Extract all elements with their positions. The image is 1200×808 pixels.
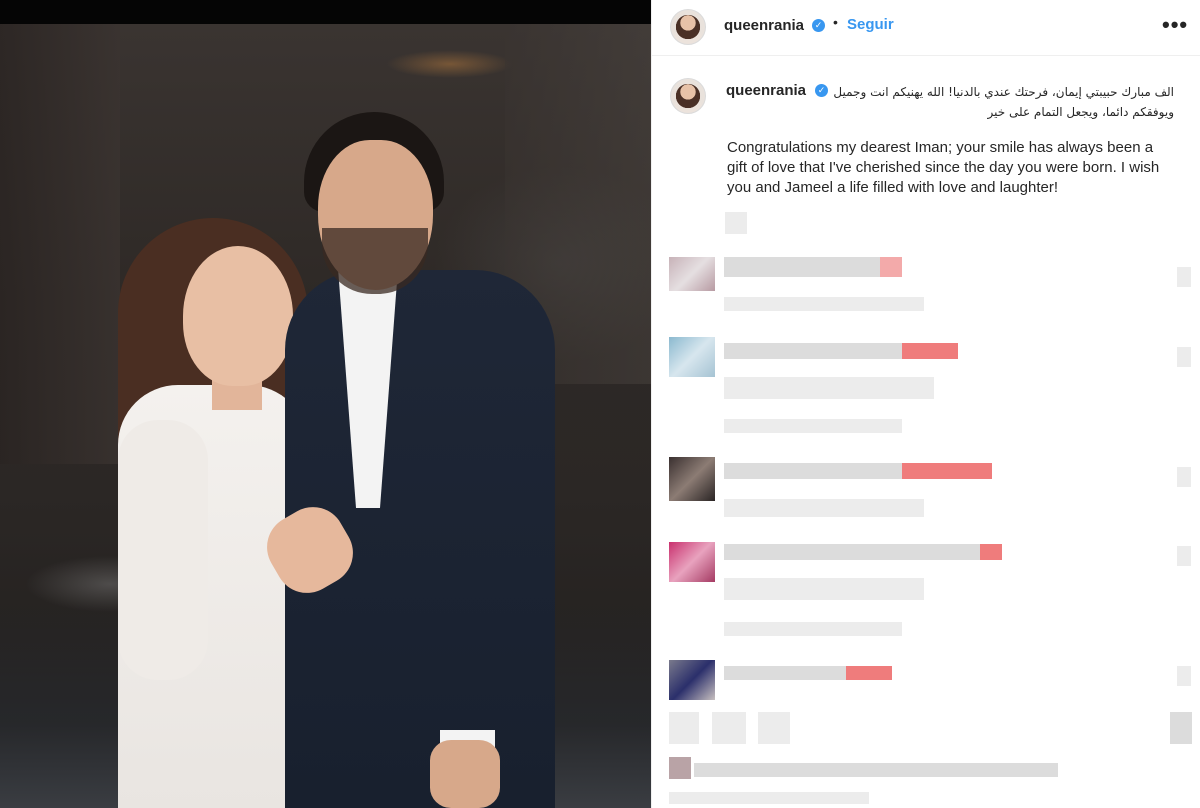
- comment-text-redacted: [724, 666, 846, 680]
- more-options-icon[interactable]: •••: [1162, 12, 1188, 38]
- comment-meta-redacted: [724, 419, 902, 433]
- post-date-redacted: [669, 792, 869, 804]
- photo-pillar-left: [0, 24, 120, 464]
- share-icon[interactable]: [758, 712, 790, 744]
- liker-avatar: [669, 757, 691, 779]
- comment-avatar[interactable]: [669, 660, 715, 700]
- comment-item[interactable]: [652, 335, 1200, 440]
- woman-face: [183, 246, 293, 386]
- comment-text-redacted: [724, 257, 884, 277]
- likes-text-redacted: [694, 763, 1058, 777]
- comment-emoji-redacted: [980, 544, 1002, 560]
- heart-icon[interactable]: [1177, 666, 1191, 686]
- comment-avatar[interactable]: [669, 542, 715, 582]
- like-icon[interactable]: [669, 712, 699, 744]
- comment-avatar[interactable]: [669, 337, 715, 377]
- comment-text-redacted: [724, 544, 982, 560]
- comment-emoji-redacted: [880, 257, 902, 277]
- caption-username[interactable]: queenrania: [726, 82, 806, 99]
- comment-meta-redacted: [724, 297, 924, 311]
- comment-avatar[interactable]: [669, 457, 715, 501]
- comment-avatar[interactable]: [669, 257, 715, 291]
- profile-avatar[interactable]: [670, 9, 706, 45]
- save-icon[interactable]: [1170, 712, 1192, 744]
- comment-emoji-redacted: [902, 463, 992, 479]
- comment-text-redacted: [724, 463, 904, 479]
- heart-icon[interactable]: [1177, 347, 1191, 367]
- separator-dot: •: [833, 14, 838, 30]
- heart-icon[interactable]: [1177, 267, 1191, 287]
- comment-meta-redacted: [724, 622, 902, 636]
- comment-icon[interactable]: [712, 712, 746, 744]
- follow-button[interactable]: Seguir: [847, 16, 894, 33]
- heart-icon[interactable]: [1177, 546, 1191, 566]
- post-side-panel: queenrania ✓ • Seguir ••• queenrania ✓ ا…: [651, 0, 1200, 808]
- comment-emoji-redacted: [902, 343, 958, 359]
- caption-timestamp-redacted: [725, 212, 747, 234]
- header-username[interactable]: queenrania: [724, 17, 804, 34]
- comment-text-redacted: [724, 343, 904, 359]
- verified-badge-icon: ✓: [812, 19, 825, 32]
- comment-meta-redacted: [724, 499, 924, 517]
- man-hand: [430, 740, 500, 808]
- comment-item[interactable]: [652, 540, 1200, 645]
- photo-top-bar: [0, 0, 651, 24]
- heart-icon[interactable]: [1177, 467, 1191, 487]
- woman-arm: [118, 420, 208, 680]
- comment-text-redacted: [724, 578, 924, 600]
- comment-text-redacted: [724, 377, 934, 399]
- comment-emoji-redacted: [846, 666, 892, 680]
- comment-item[interactable]: [652, 658, 1200, 708]
- comment-item[interactable]: [652, 255, 1200, 325]
- caption-arabic-text: الف مبارك حبيبتي إيمان، فرحتك عندي بالدن…: [833, 85, 1174, 119]
- caption-english-text: Congratulations my dearest Iman; your sm…: [727, 139, 1160, 196]
- action-bar: [652, 708, 1200, 748]
- comment-item[interactable]: [652, 455, 1200, 530]
- post-photo[interactable]: [0, 0, 651, 808]
- likes-row[interactable]: [652, 755, 1200, 785]
- caption-avatar[interactable]: [670, 78, 706, 114]
- post-header: queenrania ✓ • Seguir •••: [652, 0, 1200, 56]
